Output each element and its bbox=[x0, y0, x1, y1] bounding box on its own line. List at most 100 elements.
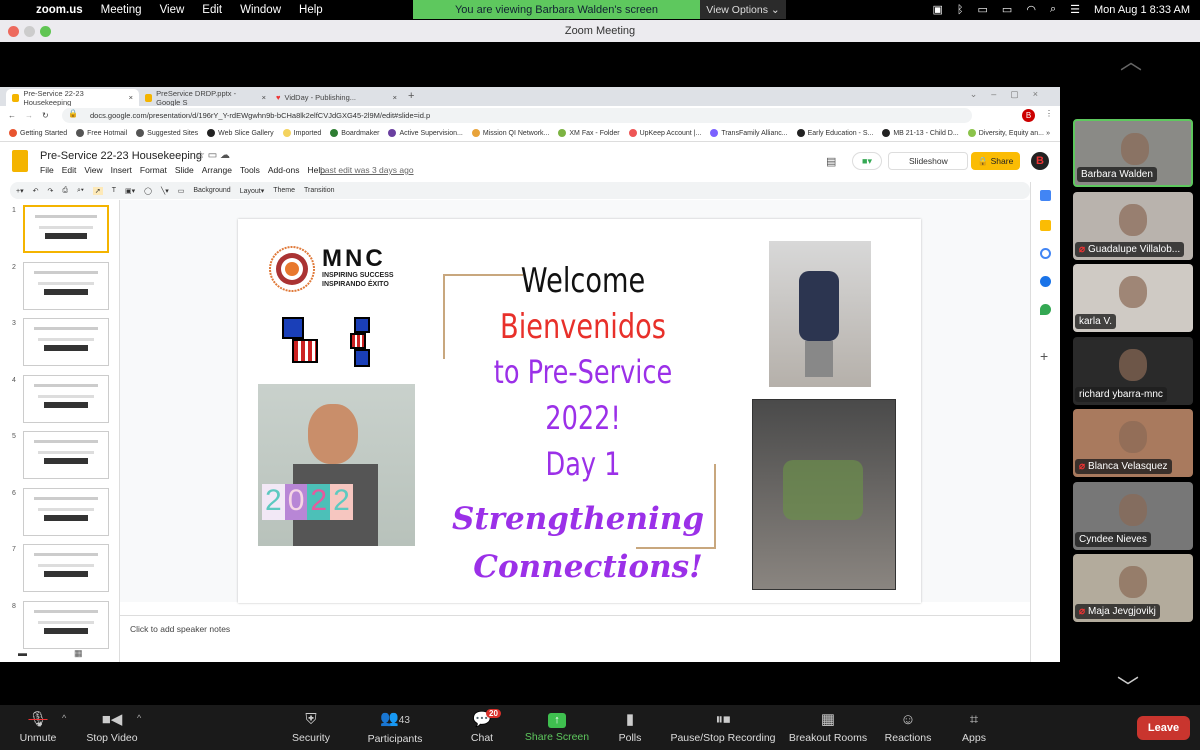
comments-icon[interactable]: ▤ bbox=[826, 155, 836, 168]
polls-button[interactable]: ▮ Polls bbox=[612, 705, 648, 750]
participant-tile[interactable]: ⌀ Maja Jevgjovikj bbox=[1073, 554, 1193, 622]
participant-tile[interactable]: ⌀ Blanca Velasquez bbox=[1073, 409, 1193, 477]
participants-button[interactable]: 👥43 Participants bbox=[362, 705, 428, 750]
menu-edit[interactable]: Edit bbox=[62, 165, 77, 175]
stop-video-button[interactable]: ■◀ Stop Video bbox=[84, 705, 140, 750]
participant-tile[interactable]: ⌀ Guadalupe Villalob... bbox=[1073, 191, 1193, 260]
display-icon[interactable]: ▭ bbox=[978, 3, 988, 16]
new-tab-button[interactable]: + bbox=[408, 90, 414, 102]
maximize-window-button[interactable] bbox=[40, 26, 51, 37]
filmstrip-view-icon[interactable]: ▬ bbox=[18, 648, 27, 658]
slide-thumbnail[interactable] bbox=[23, 544, 109, 592]
transition-button[interactable]: Transition bbox=[304, 187, 334, 194]
participant-tile[interactable]: Barbara Walden bbox=[1073, 119, 1193, 187]
breakout-rooms-button[interactable]: ▦ Breakout Rooms bbox=[786, 705, 870, 750]
reactions-button[interactable]: ☺ Reactions bbox=[880, 705, 936, 750]
search-icon[interactable]: ⌕ bbox=[1050, 3, 1056, 16]
bookmark-item[interactable]: XM Fax - Folder bbox=[558, 129, 620, 137]
scroll-down-icon[interactable]: ﹀ bbox=[1117, 670, 1139, 702]
menu-edit[interactable]: Edit bbox=[202, 4, 222, 16]
bookmark-item[interactable]: TransFamily Allianc... bbox=[710, 129, 788, 137]
bookmark-item[interactable]: MB 21-13 - Child D... bbox=[882, 129, 959, 137]
slide-thumbnail[interactable] bbox=[23, 205, 109, 253]
bookmark-item[interactable]: Diversity, Equity an... bbox=[967, 129, 1044, 137]
speaker-notes[interactable]: Click to add speaker notes bbox=[120, 615, 1030, 662]
slide-thumbnail[interactable] bbox=[23, 487, 109, 536]
close-tab-icon[interactable]: × bbox=[262, 93, 266, 102]
view-options-button[interactable]: View Options ⌄ bbox=[700, 0, 786, 19]
forward-icon[interactable]: → bbox=[25, 111, 33, 120]
bookmark-item[interactable]: Suggested Sites bbox=[136, 129, 198, 137]
undo-icon[interactable]: ↶ bbox=[33, 187, 39, 195]
share-button[interactable]: 🔒 Share bbox=[971, 152, 1020, 170]
recording-button[interactable]: ⏸⏹ Pause/Stop Recording bbox=[668, 705, 778, 750]
tasks-icon[interactable] bbox=[1040, 248, 1051, 259]
slide-thumbnail[interactable] bbox=[23, 431, 109, 479]
menu-window[interactable]: Window bbox=[240, 4, 281, 16]
video-options-caret[interactable]: ^ bbox=[137, 713, 141, 723]
menu-slide[interactable]: Slide bbox=[175, 165, 194, 175]
browser-menu-icon[interactable]: ⋮ bbox=[1045, 109, 1053, 118]
bluetooth-icon[interactable]: ᛒ bbox=[957, 4, 964, 16]
unmute-button[interactable]: 🎙 Unmute bbox=[14, 705, 62, 750]
close-tab-icon[interactable]: × bbox=[129, 93, 133, 102]
google-slides-logo[interactable] bbox=[12, 150, 28, 172]
layout-button[interactable]: Layout▾ bbox=[240, 187, 265, 195]
bookmark-item[interactable]: Free Hotmail bbox=[76, 129, 127, 137]
grid-view-icon[interactable]: ▦ bbox=[74, 648, 83, 659]
menu-meeting[interactable]: Meeting bbox=[101, 4, 142, 16]
app-menu[interactable]: zoom.us bbox=[36, 4, 83, 16]
menu-insert[interactable]: Insert bbox=[111, 165, 132, 175]
battery-icon[interactable]: ▭ bbox=[1002, 3, 1012, 16]
maps-icon[interactable] bbox=[1040, 304, 1051, 315]
close-tab-icon[interactable]: × bbox=[393, 93, 397, 102]
share-screen-button[interactable]: ↑ Share Screen bbox=[524, 705, 590, 750]
bookmark-item[interactable]: Web Slice Gallery bbox=[207, 129, 274, 137]
star-icon[interactable]: ☆ ▭ ☁ bbox=[196, 150, 230, 161]
comment-icon[interactable]: ▭ bbox=[178, 187, 185, 195]
meet-button[interactable]: ■▾ bbox=[852, 152, 882, 170]
add-addon-icon[interactable]: + bbox=[1040, 348, 1048, 364]
menu-format[interactable]: Format bbox=[140, 165, 167, 175]
more-bookmarks-icon[interactable]: » bbox=[1046, 130, 1050, 137]
control-center-icon[interactable]: ☰ bbox=[1070, 3, 1080, 16]
participant-tile[interactable]: richard ybarra-mnc bbox=[1073, 336, 1193, 405]
tab-vidday[interactable]: ♥ VidDay - Publishing... × bbox=[270, 89, 403, 106]
apps-button[interactable]: ⌗ Apps bbox=[954, 705, 994, 750]
account-avatar[interactable]: B bbox=[1031, 152, 1049, 170]
background-button[interactable]: Background bbox=[193, 187, 230, 194]
contacts-icon[interactable] bbox=[1040, 276, 1051, 287]
back-icon[interactable]: ← bbox=[8, 111, 16, 120]
print-icon[interactable]: ⎙ bbox=[62, 187, 68, 195]
textbox-icon[interactable]: T bbox=[112, 187, 116, 194]
scroll-up-icon[interactable]: ︿ bbox=[1120, 44, 1142, 76]
tab-housekeeping[interactable]: Pre-Service 22-23 Housekeeping × bbox=[6, 89, 139, 107]
menu-tools[interactable]: Tools bbox=[240, 165, 260, 175]
leave-button[interactable]: Leave bbox=[1137, 716, 1190, 740]
menu-view[interactable]: View bbox=[84, 165, 102, 175]
bookmark-item[interactable]: Early Education - S... bbox=[796, 129, 873, 137]
participant-tile[interactable]: karla V. bbox=[1073, 264, 1193, 332]
reload-icon[interactable]: ↻ bbox=[42, 111, 49, 120]
menu-help[interactable]: Help bbox=[299, 4, 323, 16]
slide-thumbnail[interactable] bbox=[23, 600, 109, 649]
theme-button[interactable]: Theme bbox=[273, 187, 295, 194]
calendar-icon[interactable] bbox=[1040, 190, 1051, 201]
select-icon[interactable]: ➚ bbox=[92, 186, 103, 195]
window-controls[interactable]: ⌄–▢× bbox=[970, 89, 1052, 100]
redo-icon[interactable]: ↷ bbox=[47, 187, 53, 195]
slide-thumbnail[interactable] bbox=[23, 374, 109, 423]
slide-thumbnail[interactable] bbox=[23, 318, 109, 366]
bookmark-item[interactable]: UpKeep Account |... bbox=[628, 129, 701, 137]
bookmark-item[interactable]: Active Supervision... bbox=[388, 129, 463, 137]
url-field[interactable]: docs.google.com/presentation/d/196rY_Y-r… bbox=[62, 108, 972, 123]
security-button[interactable]: ⛨ Security bbox=[288, 705, 334, 750]
doc-title[interactable]: Pre-Service 22-23 Housekeeping bbox=[40, 150, 202, 162]
wifi-icon[interactable]: ◠ bbox=[1026, 3, 1036, 16]
zoom-icon[interactable]: ⌕▾ bbox=[77, 187, 84, 195]
line-icon[interactable]: ╲▾ bbox=[161, 187, 169, 195]
menu-arrange[interactable]: Arrange bbox=[202, 165, 232, 175]
bookmark-item[interactable]: Mission QI Network... bbox=[471, 129, 549, 137]
audio-options-caret[interactable]: ^ bbox=[62, 713, 66, 723]
tab-drdp[interactable]: PreService DRDP.pptx - Google S × bbox=[139, 89, 272, 107]
